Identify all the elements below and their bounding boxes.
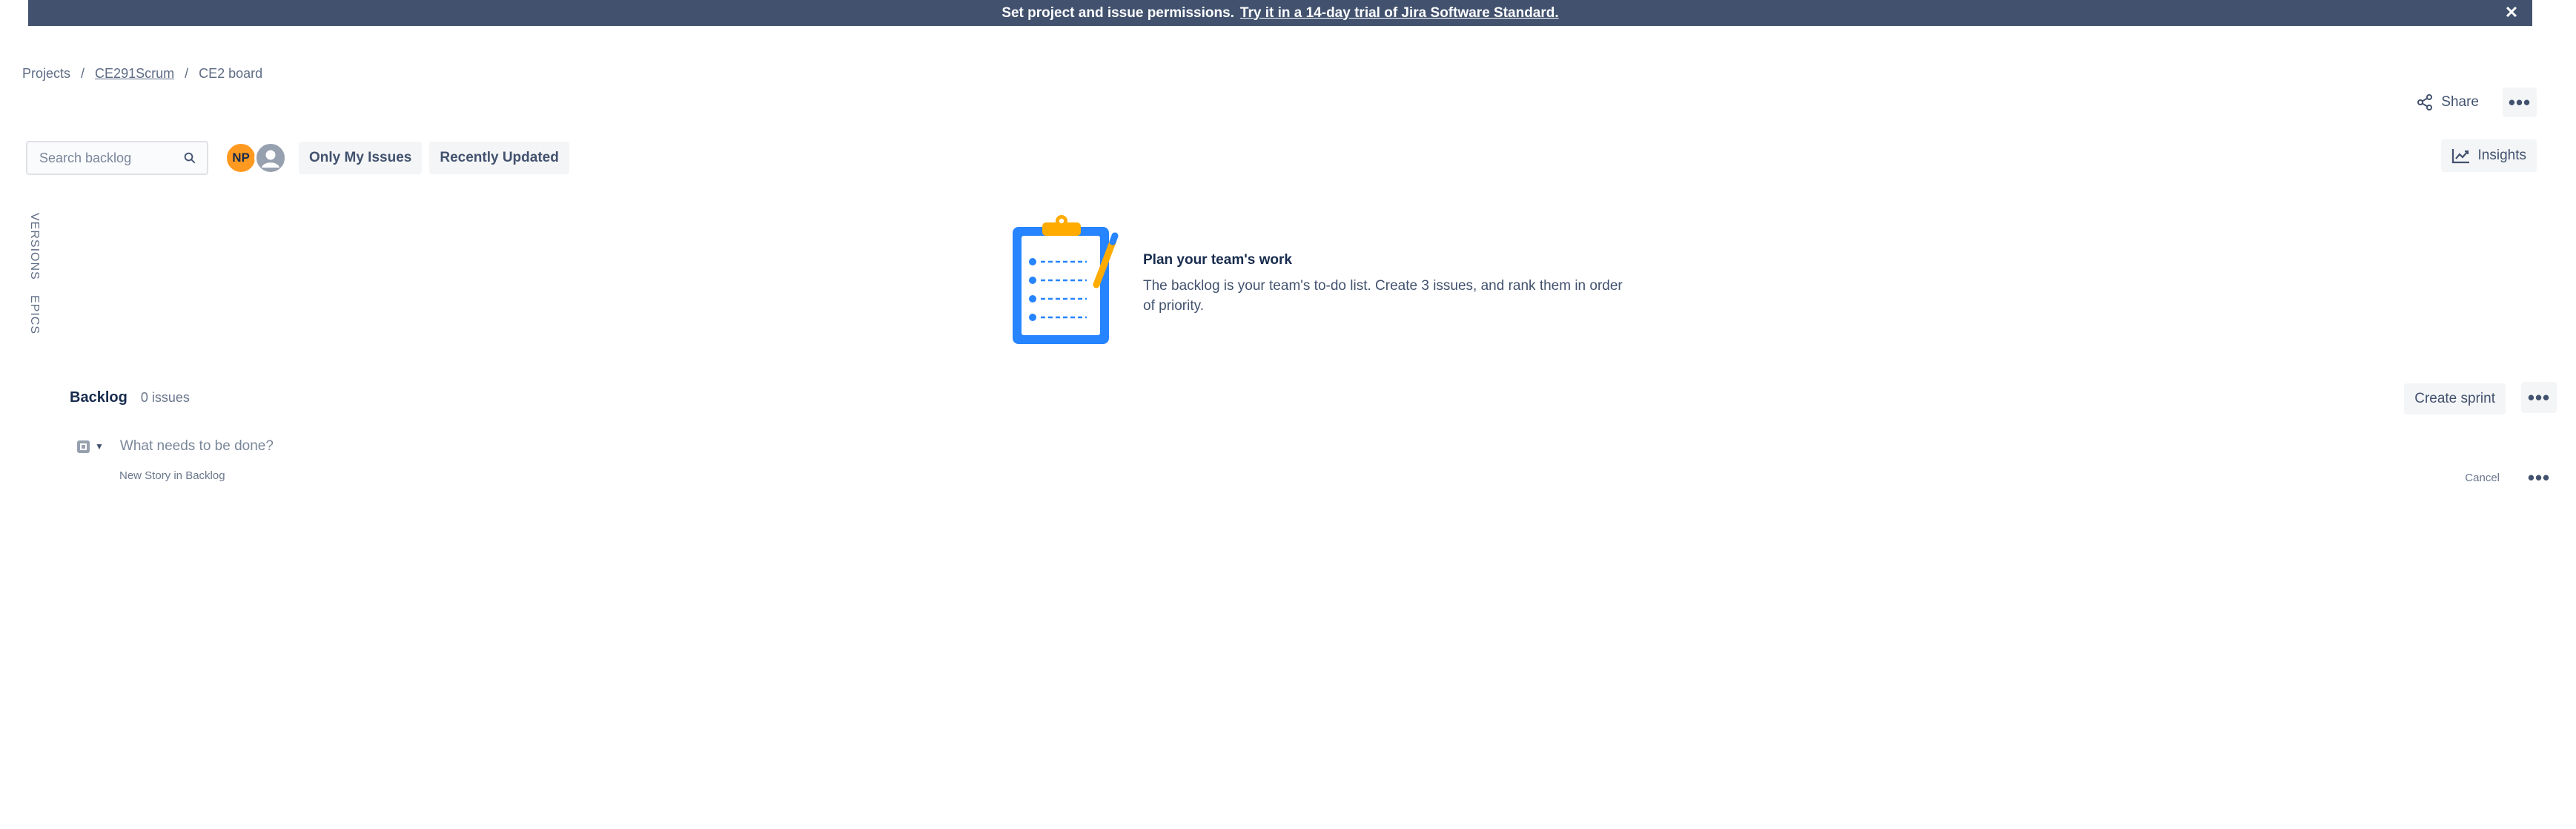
story-type-icon[interactable] [77,440,90,453]
header-actions: Share ••• [2406,87,2537,117]
insights-label: Insights [2477,148,2526,163]
user-icon [262,150,279,168]
backlog-title: Backlog [70,389,128,406]
filter-only-my-issues[interactable]: Only My Issues [299,142,423,174]
breadcrumb-project[interactable]: CE291Scrum [95,66,174,82]
more-horizontal-icon: ••• [2527,386,2551,409]
tab-epics[interactable]: EPICS [27,295,41,334]
create-issue-input[interactable] [118,437,640,455]
backlog-header: Backlog 0 issues [70,389,190,406]
create-issue-row: ▼ [77,437,640,455]
breadcrumb-projects[interactable]: Projects [22,66,70,82]
empty-state-description: The backlog is your team's to-do list. C… [1143,278,1623,314]
filter-recently-updated[interactable]: Recently Updated [429,142,569,174]
breadcrumb: Projects / CE291Scrum / CE2 board [22,66,262,82]
share-label: Share [2441,94,2479,110]
more-horizontal-icon: ••• [2508,91,2532,113]
breadcrumb-separator: / [81,66,85,81]
breadcrumb-separator: / [185,66,189,81]
trial-link[interactable]: Try it in a 14-day trial of Jira Softwar… [1240,5,1559,22]
search-input[interactable] [38,149,183,167]
trial-banner: Set project and issue permissions. Try i… [28,0,2532,26]
empty-state-text: Plan your team's work The backlog is you… [1143,252,1632,316]
tab-versions[interactable]: VERSIONS [27,213,41,280]
assignee-avatars: NP [225,142,287,174]
create-issue-hint: New Story in Backlog [119,469,225,482]
cancel-button[interactable]: Cancel [2465,472,2500,484]
search-field [26,141,208,175]
search-icon[interactable] [183,151,196,165]
share-button[interactable]: Share [2406,87,2489,117]
avatar[interactable] [254,142,287,174]
close-icon[interactable]: ✕ [2501,2,2522,23]
create-sprint-button[interactable]: Create sprint [2404,383,2506,414]
create-issue-more-button[interactable]: ••• [2521,463,2557,492]
empty-state: Plan your team's work The backlog is you… [1010,214,1632,347]
banner-message: Set project and issue permissions. [1001,4,1234,21]
insights-button[interactable]: Insights [2440,139,2537,172]
clipboard-illustration [1013,215,1119,344]
breadcrumb-board[interactable]: CE2 board [199,66,262,82]
share-icon [2417,94,2433,110]
backlog-issue-count: 0 issues [140,390,190,405]
backlog-more-button[interactable]: ••• [2521,382,2557,413]
chevron-down-icon[interactable]: ▼ [95,441,104,452]
chart-line-icon [2451,149,2469,164]
more-actions-button[interactable]: ••• [2503,87,2537,117]
backlog-toolbar: NP Only My Issues Recently Updated [26,141,569,175]
more-horizontal-icon: ••• [2527,466,2551,489]
avatar[interactable]: NP [225,142,257,174]
empty-state-title: Plan your team's work [1143,252,1292,268]
